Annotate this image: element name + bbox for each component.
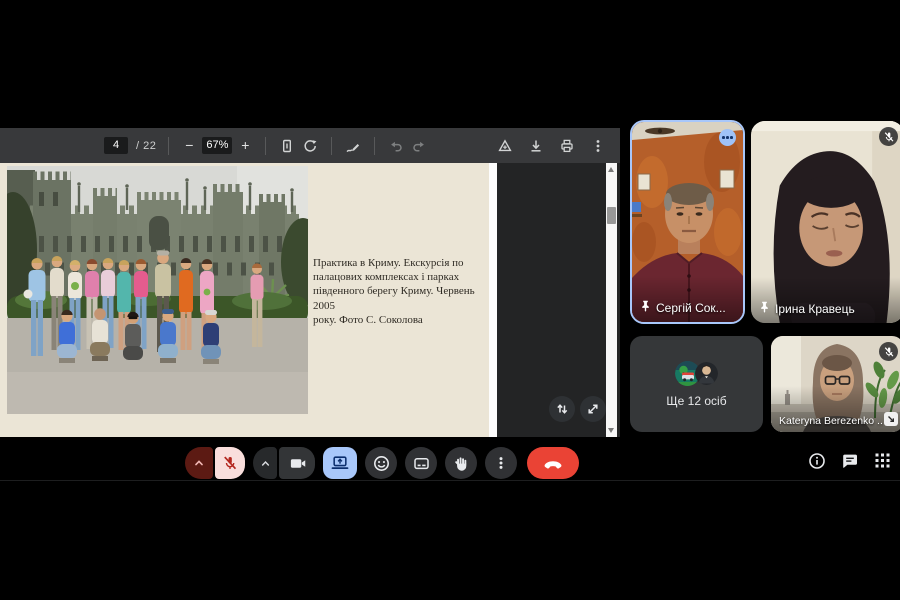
- pdf-viewer: Практика в Криму. Екскурсія по палацових…: [0, 163, 620, 437]
- scroll-mode-button[interactable]: [549, 396, 575, 422]
- divider: [265, 137, 266, 155]
- label-gradient: [632, 276, 743, 322]
- pdf-scrollbar[interactable]: [606, 163, 617, 437]
- pin-icon: [640, 300, 651, 315]
- page-number-input[interactable]: 4: [104, 137, 128, 154]
- slide-background: Практика в Криму. Екскурсія по палацових…: [0, 163, 489, 437]
- participant-name-chip: Ірина Кравець: [759, 301, 855, 316]
- main-controls: [185, 447, 579, 479]
- captions-button[interactable]: [405, 447, 437, 479]
- mic-muted-badge: [879, 342, 898, 361]
- end-call-button[interactable]: [527, 447, 579, 479]
- print-icon[interactable]: [558, 137, 576, 155]
- download-icon[interactable]: [527, 137, 545, 155]
- mic-control-group: [185, 447, 245, 479]
- video-tile-kateryna[interactable]: Kateryna Berezenko ...: [771, 336, 900, 432]
- mic-muted-button[interactable]: [215, 447, 245, 479]
- add-to-drive-icon[interactable]: [496, 137, 514, 155]
- camera-button[interactable]: [279, 447, 315, 479]
- redo-icon[interactable]: [410, 137, 428, 155]
- divider: [168, 137, 169, 155]
- apps-grid-icon[interactable]: [874, 452, 891, 474]
- raise-hand-button[interactable]: [445, 447, 477, 479]
- pdf-page: Практика в Криму. Екскурсія по палацових…: [0, 163, 497, 437]
- slide-photo: [7, 166, 308, 414]
- video-tile-iryna[interactable]: Ірина Кравець: [751, 121, 900, 323]
- page-count-label: / 22: [136, 140, 156, 152]
- participant-name-chip: Сергій Сок...: [640, 300, 726, 315]
- zoom-out-button[interactable]: −: [181, 137, 197, 154]
- zoom-in-button[interactable]: +: [237, 137, 253, 154]
- slide-caption: Практика в Криму. Екскурсія по палацових…: [313, 256, 493, 327]
- expand-presentation-button[interactable]: [580, 396, 606, 422]
- utility-controls: [808, 447, 891, 479]
- mic-muted-badge: [879, 127, 898, 146]
- toolbar-more-icon[interactable]: [589, 137, 607, 155]
- scroll-up-arrow[interactable]: [608, 167, 614, 172]
- call-control-bar: [0, 445, 900, 481]
- mic-options-chevron[interactable]: [185, 447, 213, 479]
- pin-icon: [759, 301, 770, 316]
- reactions-button[interactable]: [365, 447, 397, 479]
- window-edge: [0, 480, 900, 481]
- pdf-toolbar: 4 / 22 − 67% +: [0, 128, 620, 163]
- avatar-stack: [675, 361, 718, 386]
- more-options-button[interactable]: [485, 447, 517, 479]
- participant-avatar: [695, 362, 718, 385]
- participant-name: Сергій Сок...: [656, 301, 726, 315]
- camera-control-group: [253, 447, 315, 479]
- toolbar-right-group: [496, 137, 620, 155]
- scroll-down-arrow[interactable]: [608, 428, 614, 433]
- camera-options-chevron[interactable]: [253, 447, 277, 479]
- participant-name-chip: Kateryna Berezenko ...: [779, 415, 883, 427]
- meeting-details-icon[interactable]: [808, 452, 826, 475]
- rotate-icon[interactable]: [301, 137, 319, 155]
- video-tile-sergii[interactable]: Сергій Сок...: [630, 120, 745, 324]
- chat-icon[interactable]: [841, 452, 859, 475]
- overflow-count-label: Ще 12 осіб: [666, 394, 726, 408]
- participant-name: Kateryna Berezenko ...: [779, 415, 883, 427]
- presenting-button[interactable]: [323, 447, 357, 479]
- fit-page-icon[interactable]: [278, 137, 296, 155]
- divider: [331, 137, 332, 155]
- participant-name: Ірина Кравець: [775, 302, 855, 316]
- tile-more-button[interactable]: [719, 129, 736, 146]
- scrollbar-thumb[interactable]: [607, 207, 616, 224]
- popout-icon[interactable]: [884, 412, 898, 426]
- label-gradient: [751, 277, 900, 323]
- overflow-content: Ще 12 осіб: [630, 336, 763, 432]
- undo-icon[interactable]: [387, 137, 405, 155]
- divider: [374, 137, 375, 155]
- zoom-level[interactable]: 67%: [202, 137, 232, 154]
- annotate-icon[interactable]: [344, 137, 362, 155]
- meet-window: 4 / 22 − 67% +: [0, 0, 900, 600]
- overflow-tile[interactable]: Ще 12 осіб: [630, 336, 763, 432]
